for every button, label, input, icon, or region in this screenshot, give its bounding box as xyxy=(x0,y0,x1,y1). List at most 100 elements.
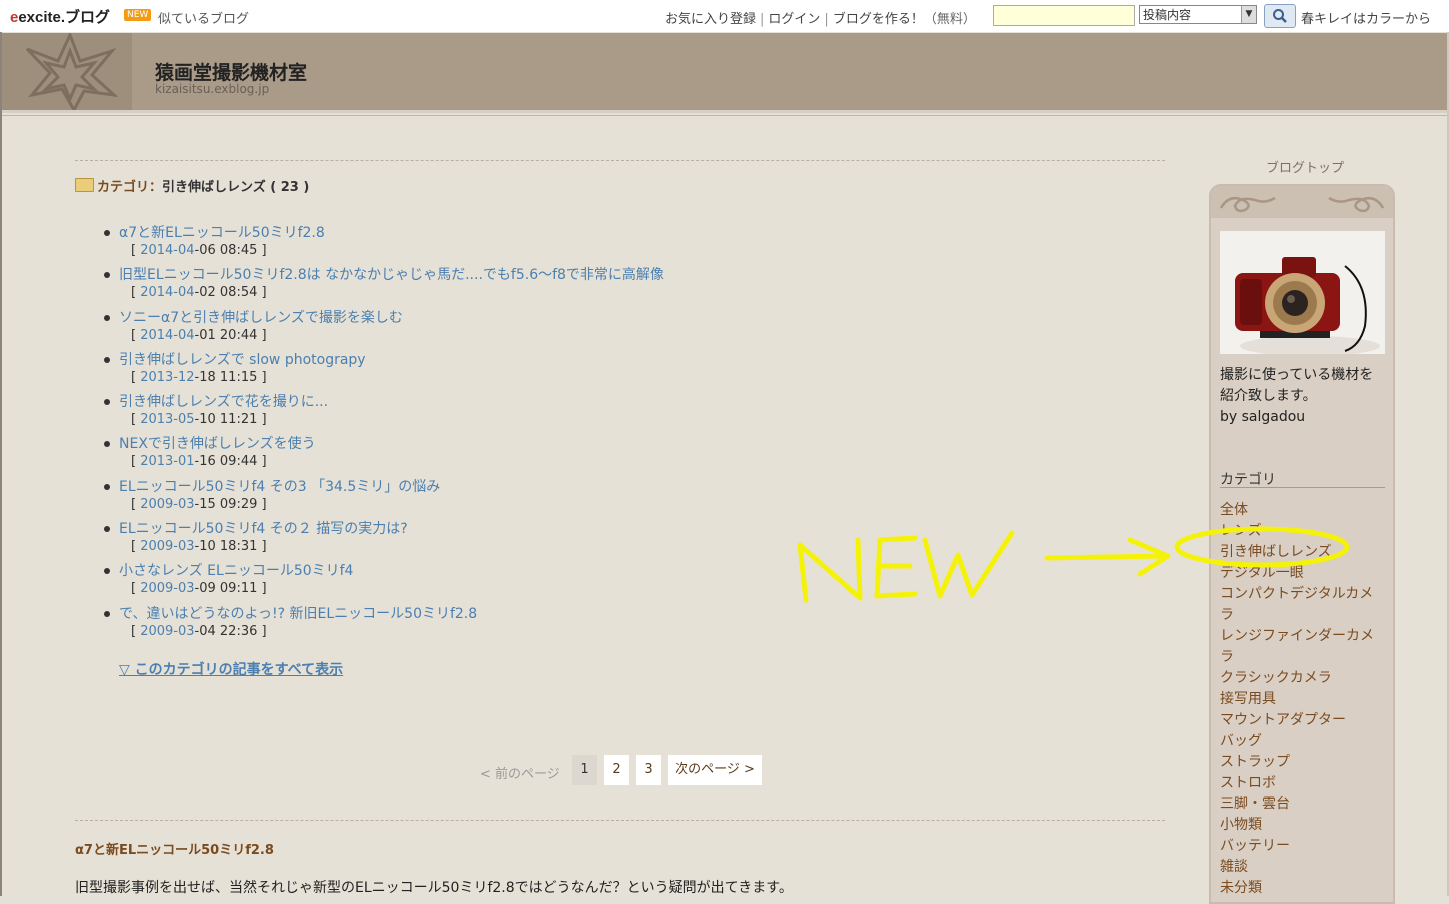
sidebar-item-mount-adapter[interactable]: マウントアダプター xyxy=(1220,710,1385,731)
post-date: [ 2014-04-02 08:54 ] xyxy=(131,285,267,301)
post-link[interactable]: NEXで引き伸ばしレンズを使う xyxy=(119,433,316,453)
post-date: [ 2013-05-10 11:21 ] xyxy=(131,412,267,428)
new-badge: NEW xyxy=(124,9,152,21)
search-scope-select[interactable]: 投稿内容 ▼ xyxy=(1139,5,1257,24)
annotation-arrow-icon xyxy=(1044,537,1171,577)
bullet xyxy=(104,230,110,236)
post-date: [ 2013-12-18 11:15 ] xyxy=(131,369,267,385)
post-link[interactable]: ELニッコール50ミリf4 その3 「34.5ミリ」の悩み xyxy=(119,476,440,496)
month-link[interactable]: 2013-05 xyxy=(140,412,194,427)
sidebar-item-lens[interactable]: レンズ xyxy=(1220,521,1385,542)
blog-url: kizaisitsu.exblog.jp xyxy=(155,82,270,96)
sidebar-category-list: 全体 レンズ 引き伸ばしレンズ デジタル一眼 コンパクトデジタルカメラ レンジフ… xyxy=(1220,500,1385,899)
favorite-link[interactable]: お気に入り登録 xyxy=(665,12,756,27)
divider-bottom xyxy=(75,820,1165,821)
post-date: [ 2009-03-09 09:11 ] xyxy=(131,581,267,597)
month-link[interactable]: 2009-03 xyxy=(140,581,194,596)
sidebar-category-title: カテゴリ xyxy=(1220,472,1276,488)
sidebar-item-macro-tools[interactable]: 接写用具 xyxy=(1220,689,1385,710)
profile-author: by salgadou xyxy=(1220,409,1306,425)
annotation-letter-w xyxy=(922,530,1015,599)
sidebar-item-compact-camera[interactable]: コンパクトデジタルカメラ xyxy=(1220,584,1385,626)
sidebar-item-digital-slr[interactable]: デジタル一眼 xyxy=(1220,563,1385,584)
page-2-button[interactable]: 2 xyxy=(604,755,629,785)
sidebar-item-chat[interactable]: 雑談 xyxy=(1220,857,1385,878)
post-time: -18 11:15 xyxy=(194,369,258,385)
excite-blog-logo[interactable]: eexcite.ブログ xyxy=(10,6,110,27)
search-input[interactable] xyxy=(993,5,1135,26)
sidebar-item-bag[interactable]: バッグ xyxy=(1220,731,1385,752)
sidebar-item-classic-camera[interactable]: クラシックカメラ xyxy=(1220,668,1385,689)
sidebar-item-strap[interactable]: ストラップ xyxy=(1220,752,1385,773)
month-link[interactable]: 2009-03 xyxy=(140,624,194,639)
post-link[interactable]: α7と新ELニッコール50ミリf2.8 xyxy=(119,222,325,242)
profile-text: 撮影に使っている機材を 紹介致します。 by salgadou xyxy=(1220,365,1373,428)
page-3-button[interactable]: 3 xyxy=(636,755,661,785)
post-time: -09 09:11 xyxy=(194,581,258,597)
post-link[interactable]: 引き伸ばしレンズで花を撮りに... xyxy=(119,391,328,411)
sidebar-item-all[interactable]: 全体 xyxy=(1220,500,1385,521)
post-link[interactable]: で、違いはどうなのよっ!? 新旧ELニッコール50ミリf2.8 xyxy=(119,603,477,623)
prev-page-link: < 前のページ xyxy=(480,767,560,782)
sidebar-item-strobe[interactable]: ストロボ xyxy=(1220,773,1385,794)
bullet xyxy=(104,356,110,363)
post-time: -15 09:29 xyxy=(194,496,258,512)
article-title[interactable]: α7と新ELニッコール50ミリf2.8 xyxy=(75,839,274,858)
blog-title[interactable]: 猿画堂撮影機材室 xyxy=(155,58,307,85)
next-page-button[interactable]: 次のページ > xyxy=(668,755,762,785)
blog-top-link[interactable]: ブログトップ xyxy=(1266,157,1344,176)
month-link[interactable]: 2014-04 xyxy=(140,285,194,300)
post-time: -10 18:31 xyxy=(194,539,258,555)
post-time: -04 22:36 xyxy=(194,623,258,639)
search-button[interactable] xyxy=(1264,4,1296,28)
sidebar-ornament xyxy=(1211,186,1393,218)
ad-ticker[interactable]: 春キレイはカラーから xyxy=(1301,8,1431,27)
article-body: 旧型撮影事例を出せば、当然それじゃ新型のELニッコール50ミリf2.8ではどうな… xyxy=(75,880,793,896)
month-link[interactable]: 2009-03 xyxy=(140,539,194,554)
post-time: -16 09:44 xyxy=(194,454,258,470)
sidebar-item-rangefinder[interactable]: レンジファインダーカメラ xyxy=(1220,626,1385,668)
header-divider xyxy=(2,110,1447,113)
show-all-link[interactable]: ▽ このカテゴリの記事をすべて表示 xyxy=(119,659,343,679)
month-link[interactable]: 2013-12 xyxy=(140,370,194,385)
category-prefix: カテゴリ： xyxy=(97,180,163,195)
profile-line: 紹介致します。 xyxy=(1220,388,1317,404)
login-link[interactable]: ログイン xyxy=(768,12,820,27)
divider-top xyxy=(75,160,1165,161)
category-name: 引き伸ばしレンズ ( 23 ) xyxy=(162,180,310,195)
post-time: -01 20:44 xyxy=(194,327,258,343)
bullet xyxy=(104,610,110,617)
bullet xyxy=(104,483,110,490)
month-link[interactable]: 2009-03 xyxy=(140,497,194,512)
sidebar-item-enlarging-lens[interactable]: 引き伸ばしレンズ xyxy=(1220,542,1385,563)
create-blog-link[interactable]: ブログを作る！ xyxy=(833,12,924,27)
post-link[interactable]: 小さなレンズ ELニッコール50ミリf4 xyxy=(119,560,353,580)
post-date: [ 2014-04-06 08:45 ] xyxy=(131,243,267,258)
camera-photo-icon xyxy=(1235,257,1380,354)
month-link[interactable]: 2013-01 xyxy=(140,454,194,469)
post-link[interactable]: 旧型ELニッコール50ミリf2.8は なかなかじゃじゃ馬だ....でもf5.6～… xyxy=(119,264,664,284)
profile-photo[interactable] xyxy=(1220,231,1385,354)
sidebar-item-accessories[interactable]: 小物類 xyxy=(1220,815,1385,836)
bullet xyxy=(104,441,110,448)
cloud-ornament-icon xyxy=(1219,196,1385,213)
profile-line: 撮影に使っている機材を xyxy=(1220,367,1374,383)
annotation-letter-e xyxy=(874,535,918,599)
month-link[interactable]: 2014-04 xyxy=(140,328,194,343)
post-date: [ 2013-01-16 09:44 ] xyxy=(131,454,267,470)
bullet xyxy=(104,526,110,533)
post-time: -02 08:54 xyxy=(194,285,258,301)
post-link[interactable]: 引き伸ばしレンズで slow photograpy xyxy=(119,349,366,369)
page-1-button[interactable]: 1 xyxy=(572,755,597,785)
sidebar-item-battery[interactable]: バッテリー xyxy=(1220,836,1385,857)
post-time: -06 08:45 xyxy=(194,243,258,258)
post-link[interactable]: ソニーα7と引き伸ばしレンズで撮影を楽しむ xyxy=(119,307,403,327)
bullet xyxy=(104,272,110,279)
post-date: [ 2009-03-15 09:29 ] xyxy=(131,496,267,512)
folder-icon xyxy=(75,178,94,192)
sidebar-category-divider xyxy=(1220,487,1385,488)
post-link[interactable]: ELニッコール50ミリf4 その２ 描写の実力は? xyxy=(119,518,408,538)
sidebar-item-tripod[interactable]: 三脚・雲台 xyxy=(1220,794,1385,815)
month-link[interactable]: 2014-04 xyxy=(140,243,194,258)
similar-blogs-link[interactable]: 似ているブログ xyxy=(158,8,249,27)
